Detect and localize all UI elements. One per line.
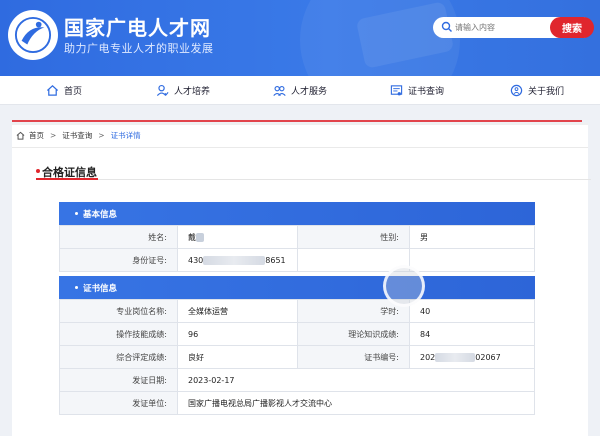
cert-number-value: 202 02067 [409,345,535,369]
id-value: 430 8651 [177,248,298,272]
redacted-mask [196,232,204,242]
cert-info-table: 专业岗位名称: 全媒体运营 学时: 40 操作技能成绩: 96 理论知识成绩: … [59,299,535,415]
divider [12,147,588,148]
name-text: 戴 [188,232,196,242]
site-title: 国家广电人才网 [64,16,211,40]
home-icon [16,131,25,140]
table-row: 操作技能成绩: 96 理论知识成绩: 84 [59,322,535,346]
table-row: 姓名: 戴 性别: 男 [59,225,535,249]
nav-label: 人才服务 [291,87,328,97]
table-row: 发证日期: 2023-02-17 [59,368,535,392]
id-label: 身份证号: [59,248,178,272]
issuer-label: 发证单位: [59,391,178,415]
cert-info-header: 证书信息 [59,276,535,299]
breadcrumb-separator: > [98,131,105,140]
issue-date-label: 发证日期: [59,368,178,392]
search-input[interactable] [455,20,535,35]
issuer-value: 国家广播电视总局广播影视人才交流中心 [177,391,535,415]
gender-value: 男 [409,225,535,249]
watermark-logo [383,265,425,307]
card-accent-line [12,120,582,122]
table-row: 综合评定成绩: 良好 证书编号: 202 02067 [59,345,535,369]
nav-label: 关于我们 [528,87,565,97]
theory-score-value: 84 [409,322,535,346]
section-bullet [36,169,40,173]
name-value: 戴 [177,225,298,249]
id-prefix: 430 [188,255,204,265]
nav-item-talent-training[interactable]: 人才培养 [156,76,210,105]
users-icon [273,85,286,96]
user-icon [156,84,169,97]
basic-info-header: 基本信息 [59,202,535,225]
skill-score-value: 96 [177,322,298,346]
nav-item-talent-service[interactable]: 人才服务 [273,76,327,105]
breadcrumb-separator: > [50,131,57,140]
home-icon [46,85,59,96]
cert-info-title: 证书信息 [83,283,118,294]
site-logo[interactable] [8,10,58,60]
site-header: 国家广电人才网 助力广电专业人才的职业发展 搜索 [0,0,600,76]
overall-label: 综合评定成绩: [59,345,178,369]
position-label: 专业岗位名称: [59,299,178,323]
site-subtitle: 助力广电专业人才的职业发展 [64,42,214,55]
table-row: 发证单位: 国家广播电视总局广播影视人才交流中心 [59,391,535,415]
breadcrumb-certificate-query[interactable]: 证书查询 [62,130,92,141]
skill-score-label: 操作技能成绩: [59,322,178,346]
table-row: 身份证号: 430 8651 [59,248,535,272]
info-icon [510,84,523,97]
basic-info-table: 姓名: 戴 性别: 男 身份证号: 430 8651 [59,225,535,272]
nav-label: 人才培养 [174,87,211,97]
nav-label: 证书查询 [408,87,445,97]
main-nav: 首页 人才培养 人才服务 证书查询 关于我们 [0,76,600,105]
nav-item-home[interactable]: 首页 [46,76,82,105]
search-button[interactable]: 搜索 [550,17,594,38]
nav-label: 首页 [64,87,83,97]
logo-icon [14,16,52,54]
name-label: 姓名: [59,225,178,249]
hours-value: 40 [409,299,535,323]
theory-score-label: 理论知识成绩: [297,322,410,346]
certificate-icon [390,85,403,96]
breadcrumb-current: 证书详情 [110,131,141,140]
cert-number-label: 证书编号: [297,345,410,369]
section-title-underline [36,178,98,180]
position-value: 全媒体运营 [177,299,298,323]
search-icon [441,21,452,32]
empty-cell [409,248,535,272]
id-suffix: 8651 [265,255,286,265]
cert-number-suffix: 02067 [475,352,501,362]
breadcrumb: 首页 > 证书查询 > 证书详情 [16,130,141,141]
issue-date-value: 2023-02-17 [177,368,535,392]
breadcrumb-home[interactable]: 首页 [29,130,44,141]
header-bullet [75,286,78,289]
redacted-mask [203,255,266,265]
header-bullet [75,212,78,215]
redacted-mask [435,352,476,362]
overall-value: 良好 [177,345,298,369]
nav-item-about-us[interactable]: 关于我们 [510,76,564,105]
divider [36,179,591,180]
nav-item-certificate-query[interactable]: 证书查询 [390,76,444,105]
table-row: 专业岗位名称: 全媒体运营 学时: 40 [59,299,535,323]
cert-number-prefix: 202 [420,352,436,362]
basic-info-title: 基本信息 [83,209,118,220]
gender-label: 性别: [297,225,410,249]
